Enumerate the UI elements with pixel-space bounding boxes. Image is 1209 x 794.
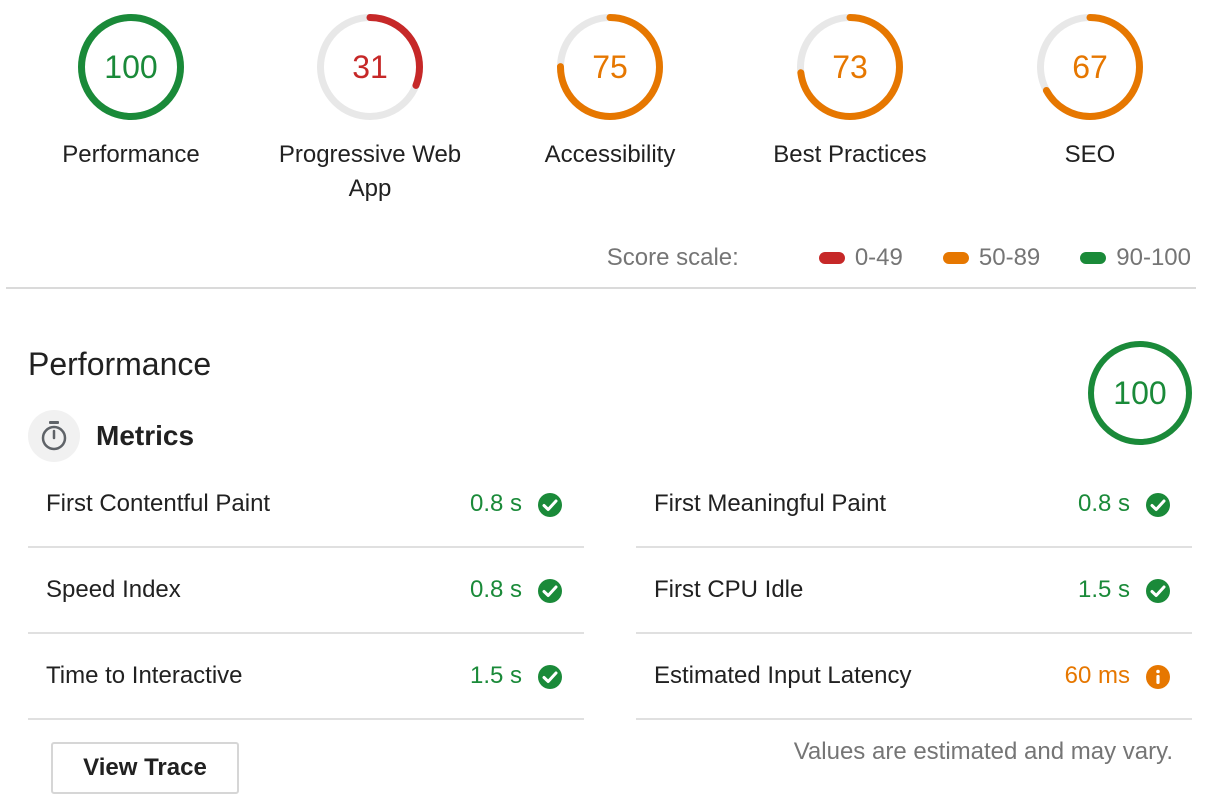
metric-row[interactable]: Speed Index 0.8 s: [28, 548, 584, 634]
gauge-score: 73: [832, 49, 868, 85]
metric-row[interactable]: First Contentful Paint 0.8 s: [28, 462, 584, 548]
gauge-progressive-web-app[interactable]: 31 Progressive Web App: [270, 14, 470, 206]
view-trace-button[interactable]: View Trace: [51, 742, 239, 794]
check-circle-icon: [536, 577, 564, 605]
metric-row[interactable]: First CPU Idle 1.5 s: [636, 548, 1192, 634]
metrics-title: Metrics: [96, 420, 195, 451]
metric-name: First Contentful Paint: [46, 490, 271, 517]
check-circle-icon: [1144, 577, 1172, 605]
metric-value: 0.8 s: [469, 490, 522, 517]
score-scale-label: 0-49: [854, 244, 903, 271]
score-scale-average: 50-89: [913, 244, 1040, 272]
gauge-score: 31: [352, 49, 388, 85]
performance-score: 100: [1113, 375, 1167, 411]
stopwatch-icon: [28, 410, 80, 462]
gauge-ring: 73: [797, 14, 903, 120]
gauge-score: 100: [104, 49, 158, 85]
check-circle-icon: [1144, 491, 1172, 519]
metric-value: 60 ms: [1064, 662, 1130, 689]
section-divider: [6, 287, 1196, 289]
average-pill-icon: [942, 252, 969, 264]
score-scale-title: Score scale:: [606, 244, 739, 271]
metrics-right-column: First Meaningful Paint 0.8 s First CPU I…: [636, 462, 1192, 720]
pass-pill-icon: [1080, 252, 1107, 264]
gauge-score: 67: [1072, 49, 1108, 85]
gauge-label: Progressive Web App: [278, 141, 462, 202]
gauge-label: Accessibility: [544, 141, 676, 168]
gauge-label: Performance: [62, 141, 200, 168]
metric-name: Time to Interactive: [46, 662, 243, 689]
estimate-note: Values are estimated and may vary.: [793, 738, 1173, 765]
gauge-ring: 67: [1037, 14, 1143, 120]
metric-value: 0.8 s: [469, 576, 522, 603]
metrics-left-column: First Contentful Paint 0.8 s Speed Index…: [28, 462, 584, 720]
gauge-accessibility[interactable]: 75 Accessibility: [510, 14, 710, 172]
metric-name: First Meaningful Paint: [654, 490, 887, 517]
gauge-label: Best Practices: [773, 141, 927, 168]
gauge-ring: 100: [78, 14, 184, 120]
metric-value: 1.5 s: [1077, 576, 1130, 603]
score-scale-label: 90-100: [1116, 244, 1191, 271]
gauge-best-practices[interactable]: 73 Best Practices: [750, 14, 950, 172]
gauge-seo[interactable]: 67 SEO: [990, 14, 1190, 172]
metric-row[interactable]: Time to Interactive 1.5 s: [28, 634, 584, 720]
metric-value: 1.5 s: [469, 662, 522, 689]
metrics-header: Metrics: [28, 410, 194, 462]
gauge-label: SEO: [1064, 141, 1116, 168]
metric-row[interactable]: Estimated Input Latency 60 ms: [636, 634, 1192, 720]
gauge-performance[interactable]: 100 Performance: [31, 14, 231, 172]
check-circle-icon: [536, 663, 564, 691]
score-scale-label: 50-89: [978, 244, 1041, 271]
info-circle-icon: [1144, 663, 1172, 691]
score-scale: Score scale: 0-49 50-89 90-100: [607, 244, 1191, 272]
gauge-ring: 31: [317, 14, 423, 120]
fail-pill-icon: [818, 252, 845, 264]
score-scale-pass: 90-100: [1050, 244, 1191, 272]
gauge-ring: 75: [557, 14, 663, 120]
metric-row[interactable]: First Meaningful Paint 0.8 s: [636, 462, 1192, 548]
check-circle-icon: [536, 491, 564, 519]
performance-score-gauge: 100: [1088, 341, 1192, 445]
gauge-score: 75: [592, 49, 628, 85]
metric-name: Speed Index: [46, 576, 181, 603]
section-title: Performance: [28, 346, 212, 382]
metric-name: Estimated Input Latency: [654, 662, 912, 689]
score-scale-fail: 0-49: [789, 244, 903, 272]
metric-value: 0.8 s: [1077, 490, 1130, 517]
metric-name: First CPU Idle: [654, 576, 804, 603]
